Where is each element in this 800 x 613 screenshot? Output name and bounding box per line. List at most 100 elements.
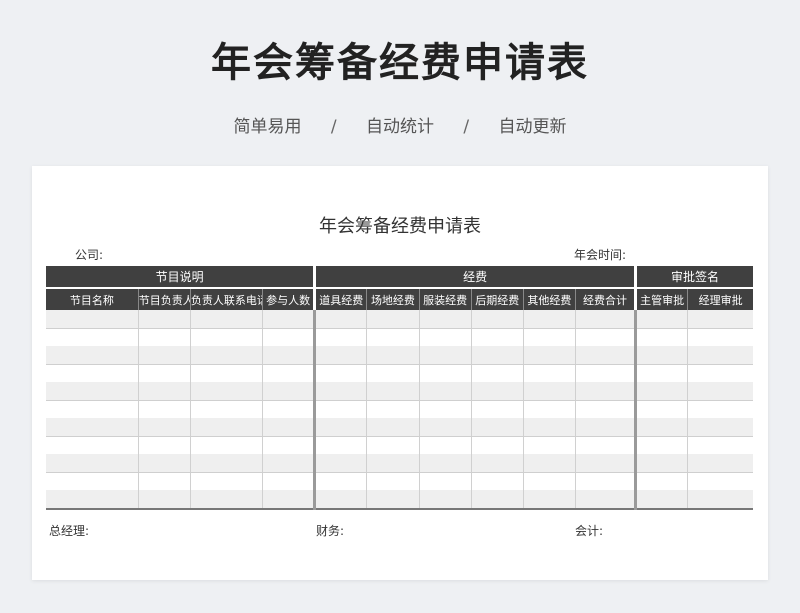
table-cell[interactable] — [314, 400, 368, 418]
table-cell[interactable] — [575, 436, 638, 454]
table-cell[interactable] — [366, 364, 420, 382]
table-cell[interactable] — [419, 400, 472, 418]
table-cell[interactable] — [262, 310, 317, 329]
table-cell[interactable] — [471, 400, 524, 418]
table-cell[interactable] — [635, 418, 689, 437]
table-cell[interactable] — [138, 328, 191, 346]
table-cell[interactable] — [523, 310, 576, 329]
table-cell[interactable] — [314, 310, 368, 329]
table-cell[interactable] — [262, 364, 317, 382]
table-cell[interactable] — [46, 364, 139, 382]
table-cell[interactable] — [314, 364, 368, 382]
table-cell[interactable] — [471, 490, 524, 510]
table-cell[interactable] — [419, 346, 472, 365]
table-cell[interactable] — [262, 472, 317, 490]
table-cell[interactable] — [523, 346, 576, 365]
table-cell[interactable] — [523, 328, 576, 346]
table-cell[interactable] — [262, 454, 317, 473]
table-cell[interactable] — [314, 454, 368, 473]
table-cell[interactable] — [366, 418, 420, 437]
table-cell[interactable] — [687, 382, 753, 401]
table-cell[interactable] — [687, 364, 753, 382]
table-cell[interactable] — [138, 310, 191, 329]
table-cell[interactable] — [635, 310, 689, 329]
table-cell[interactable] — [190, 472, 264, 490]
table-cell[interactable] — [575, 310, 638, 329]
table-cell[interactable] — [190, 346, 264, 365]
table-cell[interactable] — [575, 454, 638, 473]
table-cell[interactable] — [471, 310, 524, 329]
table-cell[interactable] — [366, 310, 420, 329]
table-cell[interactable] — [575, 418, 638, 437]
table-cell[interactable] — [419, 490, 472, 510]
table-cell[interactable] — [46, 328, 139, 346]
table-cell[interactable] — [314, 328, 368, 346]
table-cell[interactable] — [687, 346, 753, 365]
table-cell[interactable] — [575, 364, 638, 382]
table-cell[interactable] — [575, 328, 638, 346]
table-cell[interactable] — [471, 418, 524, 437]
table-cell[interactable] — [138, 418, 191, 437]
table-cell[interactable] — [262, 436, 317, 454]
table-cell[interactable] — [687, 436, 753, 454]
table-cell[interactable] — [138, 382, 191, 401]
table-cell[interactable] — [366, 346, 420, 365]
table-cell[interactable] — [471, 364, 524, 382]
table-cell[interactable] — [46, 400, 139, 418]
table-cell[interactable] — [687, 328, 753, 346]
table-cell[interactable] — [190, 418, 264, 437]
table-cell[interactable] — [190, 490, 264, 510]
table-cell[interactable] — [523, 364, 576, 382]
table-cell[interactable] — [635, 490, 689, 510]
table-cell[interactable] — [366, 490, 420, 510]
table-cell[interactable] — [46, 310, 139, 329]
table-cell[interactable] — [419, 454, 472, 473]
table-cell[interactable] — [635, 400, 689, 418]
table-cell[interactable] — [575, 346, 638, 365]
table-cell[interactable] — [366, 400, 420, 418]
table-cell[interactable] — [262, 346, 317, 365]
table-cell[interactable] — [262, 418, 317, 437]
table-cell[interactable] — [366, 436, 420, 454]
table-cell[interactable] — [419, 364, 472, 382]
table-cell[interactable] — [138, 346, 191, 365]
table-cell[interactable] — [190, 400, 264, 418]
table-cell[interactable] — [523, 490, 576, 510]
table-cell[interactable] — [46, 472, 139, 490]
table-cell[interactable] — [314, 472, 368, 490]
table-cell[interactable] — [635, 436, 689, 454]
table-cell[interactable] — [635, 472, 689, 490]
table-cell[interactable] — [471, 472, 524, 490]
table-cell[interactable] — [138, 490, 191, 510]
table-cell[interactable] — [471, 382, 524, 401]
table-cell[interactable] — [419, 310, 472, 329]
table-cell[interactable] — [262, 328, 317, 346]
table-cell[interactable] — [262, 382, 317, 401]
table-cell[interactable] — [419, 472, 472, 490]
table-cell[interactable] — [575, 382, 638, 401]
table-cell[interactable] — [190, 310, 264, 329]
table-cell[interactable] — [46, 490, 139, 510]
table-cell[interactable] — [471, 328, 524, 346]
table-cell[interactable] — [314, 418, 368, 437]
table-cell[interactable] — [523, 436, 576, 454]
table-cell[interactable] — [419, 382, 472, 401]
table-cell[interactable] — [190, 436, 264, 454]
table-cell[interactable] — [366, 382, 420, 401]
table-cell[interactable] — [575, 400, 638, 418]
table-cell[interactable] — [523, 382, 576, 401]
table-cell[interactable] — [314, 490, 368, 510]
table-cell[interactable] — [575, 472, 638, 490]
table-cell[interactable] — [366, 472, 420, 490]
table-cell[interactable] — [190, 364, 264, 382]
table-cell[interactable] — [635, 364, 689, 382]
table-cell[interactable] — [471, 436, 524, 454]
table-cell[interactable] — [575, 490, 638, 510]
table-cell[interactable] — [471, 346, 524, 365]
table-cell[interactable] — [46, 454, 139, 473]
table-cell[interactable] — [190, 328, 264, 346]
table-cell[interactable] — [523, 400, 576, 418]
table-cell[interactable] — [46, 382, 139, 401]
table-cell[interactable] — [46, 436, 139, 454]
table-cell[interactable] — [687, 472, 753, 490]
